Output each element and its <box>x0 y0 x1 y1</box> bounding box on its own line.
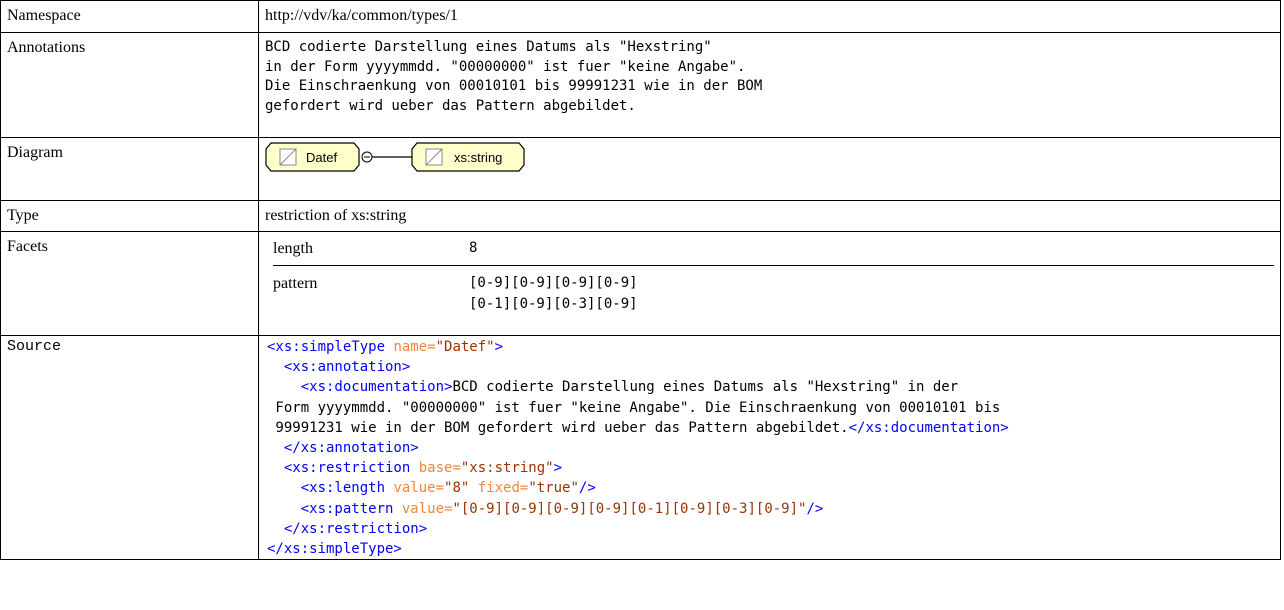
annotations-row: Annotations BCD codierte Darstellung ein… <box>0 32 1281 138</box>
source-line: <xs:length value="8" fixed="true"/> <box>267 480 596 497</box>
source-line: <xs:restriction base="xs:string"> <box>267 460 563 477</box>
diagram-label: Diagram <box>0 137 259 201</box>
source-line: <xs:annotation> <box>267 359 411 376</box>
annotation-line: gefordert wird ueber das Pattern abgebil… <box>265 97 636 114</box>
annotation-line: Die Einschraenkung von 00010101 bis 9999… <box>265 78 763 94</box>
facets-row: Facets length 8 pattern [0-9][0-9][0-9][… <box>0 231 1281 336</box>
source-line: <xs:simpleType name="Datef"> <box>267 339 504 355</box>
facet-name: length <box>273 240 313 257</box>
facet-row-length: length 8 <box>273 238 1274 259</box>
type-row: Type restriction of xs:string <box>0 200 1281 232</box>
facets-table: length 8 pattern [0-9][0-9][0-9][0-9] [0-… <box>259 232 1280 321</box>
pattern-line: [0-1][0-9][0-3][0-9] <box>469 296 638 312</box>
facet-value: 8 <box>469 240 478 256</box>
datef-node[interactable]: Datef <box>265 142 360 172</box>
diagram-svg: Datef xs:string <box>265 142 525 172</box>
xs-string-node-label: xs:string <box>454 150 502 165</box>
annotation-text: BCD codierte Darstellung eines Datums al… <box>259 33 1280 122</box>
source-line: <xs:documentation>BCD codierte Darstellu… <box>267 379 959 396</box>
type-value: restriction of xs:string <box>265 207 407 224</box>
type-label: Type <box>0 200 259 232</box>
facets-label: Facets <box>0 231 259 336</box>
namespace-label: Namespace <box>0 0 259 33</box>
datef-node-label: Datef <box>306 150 337 165</box>
source-line: 99991231 wie in der BOM gefordert wird u… <box>267 419 1009 436</box>
source-line: <xs:pattern value="[0-9][0-9][0-9][0-9][… <box>267 500 824 517</box>
facet-name: pattern <box>273 275 318 292</box>
namespace-value: http://vdv/ka/common/types/1 <box>265 7 458 24</box>
xs-string-node[interactable]: xs:string <box>411 142 525 172</box>
schema-doc-table: Namespace http://vdv/ka/common/types/1 A… <box>0 0 1281 561</box>
facet-value: [0-9][0-9][0-9][0-9] [0-1][0-9][0-3][0-9] <box>469 273 638 315</box>
source-line: Form yyyymmdd. "00000000" ist fuer "kein… <box>267 399 1001 416</box>
annotation-line: BCD codierte Darstellung eines Datums al… <box>265 39 712 55</box>
annotation-line: in der Form yyyymmdd. "00000000" ist fue… <box>265 58 746 75</box>
diagram-row: Diagram Datef xs:string <box>0 137 1281 201</box>
source-line: </xs:annotation> <box>267 440 419 457</box>
namespace-row: Namespace http://vdv/ka/common/types/1 <box>0 0 1281 33</box>
annotations-label: Annotations <box>0 32 259 138</box>
source-code: <xs:simpleType name="Datef"> <xs:annotat… <box>259 336 1280 559</box>
type-diagram: Datef xs:string <box>259 138 1280 180</box>
source-label: Source <box>0 334 259 561</box>
source-line: </xs:restriction> <box>267 520 428 537</box>
pattern-line: [0-9][0-9][0-9][0-9] <box>469 275 638 291</box>
source-line: </xs:simpleType> <box>267 541 402 558</box>
facet-row-pattern: pattern [0-9][0-9][0-9][0-9] [0-1][0-9][0… <box>273 265 1274 315</box>
source-row: Source <xs:simpleType name="Datef"> <xs:… <box>0 334 1281 561</box>
